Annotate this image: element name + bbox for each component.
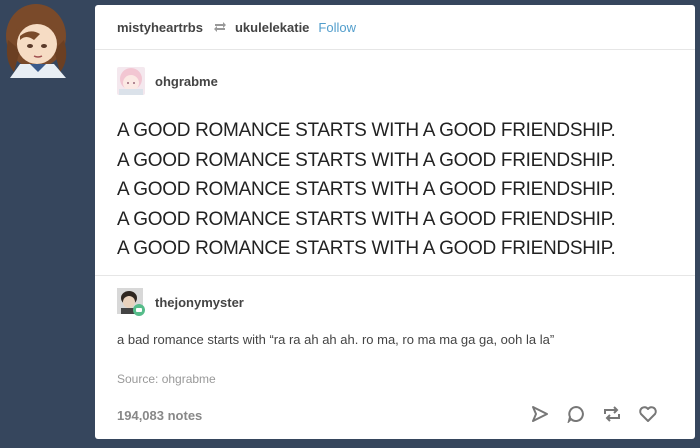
poster-username[interactable]: mistyheartrbs [117, 20, 203, 35]
like-icon[interactable] [637, 403, 659, 425]
reblogged-from-username[interactable]: ukulelekatie [235, 20, 309, 35]
reblog-icon [213, 21, 227, 33]
entry-header-thejonymyster: thejonymyster [117, 288, 244, 316]
caps-line: A GOOD ROMANCE STARTS WITH A GOOD FRIEND… [117, 120, 616, 141]
share-icon[interactable] [529, 403, 551, 425]
notes-count[interactable]: 194,083 notes [117, 408, 202, 423]
post-card: mistyheartrbs ukulelekatie Follow ohgrab… [95, 5, 695, 439]
entry-body-caps: A GOOD ROMANCE STARTS WITH A GOOD FRIEND… [117, 116, 616, 264]
reply-icon[interactable] [565, 403, 587, 425]
post-footer: 194,083 notes [95, 397, 695, 437]
entry-divider [95, 275, 695, 276]
poster-avatar[interactable] [0, 0, 74, 78]
caps-line: A GOOD ROMANCE STARTS WITH A GOOD FRIEND… [117, 208, 616, 230]
post-header: mistyheartrbs ukulelekatie Follow [95, 5, 695, 50]
ohgrabme-avatar[interactable] [117, 67, 145, 95]
reblog-icon[interactable] [601, 403, 623, 425]
post-actions [529, 403, 659, 425]
caps-line: A GOOD ROMANCE STARTS WITH A GOOD FRIEND… [117, 149, 616, 171]
entry-username[interactable]: thejonymyster [155, 295, 244, 310]
caps-line: A GOOD ROMANCE STARTS WITH A GOOD FRIEND… [117, 179, 616, 200]
entry-body-text: a bad romance starts with “ra ra ah ah a… [117, 332, 555, 347]
entry-header-ohgrabme: ohgrabme [117, 67, 218, 95]
caps-line: A GOOD ROMANCE STARTS WITH A GOOD FRIEND… [117, 238, 616, 259]
follow-button[interactable]: Follow [318, 20, 356, 35]
entry-username[interactable]: ohgrabme [155, 74, 218, 89]
post-source[interactable]: Source: ohgrabme [117, 372, 216, 386]
thejonymyster-avatar[interactable] [117, 288, 145, 316]
